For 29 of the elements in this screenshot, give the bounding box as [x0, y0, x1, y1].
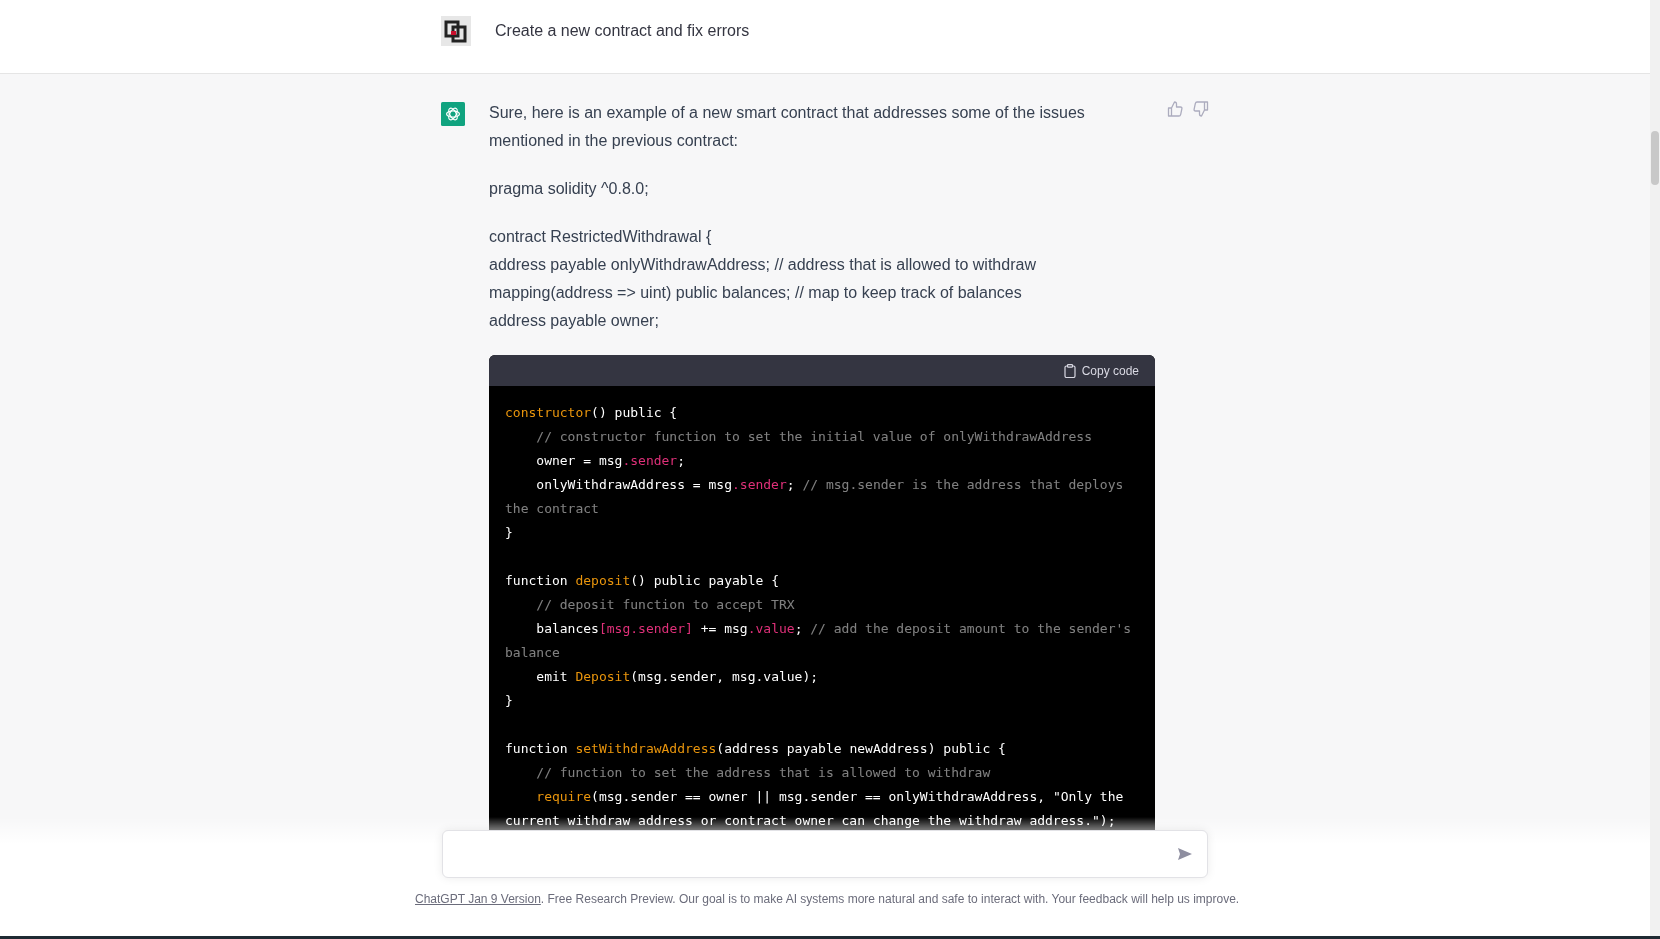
- code-line: }: [505, 692, 514, 710]
- message-text: address payable onlyWithdrawAddress; // address that is allowed to withdraw: [489, 255, 1037, 275]
- code-line: // constructor function to set the initial value of onlyWithdrawAddress: [535, 428, 1093, 446]
- message-text: pragma solidity ^0.8.0;: [489, 179, 650, 199]
- copy-code-button[interactable]: Copy code: [1063, 363, 1139, 378]
- code-line: owner = msg.sender;: [535, 452, 687, 470]
- message-text: address payable owner;: [489, 311, 660, 331]
- code-line: onlyWithdrawAddress = msg.sender; // msg.sender is the address that deploys the contract: [505, 476, 1125, 518]
- thumbs-up-icon: [1167, 101, 1183, 117]
- code-line: function setWithdrawAddress(address payable newAddress) public {: [505, 740, 1007, 758]
- version-link[interactable]: ChatGPT Jan 9 Version: [415, 892, 541, 906]
- message-input[interactable]: [442, 830, 1208, 878]
- send-icon: [1177, 847, 1193, 861]
- message-text: Sure, here is an example of a new smart contract that addresses some of the issues mentioned in the previous contract:: [489, 103, 1086, 151]
- code-line: function deposit() public payable {: [505, 572, 780, 590]
- code-line: // function to set the address that is allowed to withdraw: [535, 764, 992, 782]
- clipboard-icon: [1063, 363, 1076, 378]
- send-button[interactable]: [1177, 847, 1193, 861]
- code-line: }: [505, 524, 514, 542]
- code-line: constructor() public {: [505, 404, 679, 422]
- code-line: require(msg.sender == owner || msg.sender == onlyWithdrawAddress, "Only the current withdraw address or contract owner can change the withdraw address.");: [505, 788, 1125, 830]
- message-text: mapping(address => uint) public balances; // map to keep track of balances: [489, 283, 1023, 303]
- logo-icon: [441, 99, 465, 129]
- code-line: emit Deposit(msg.sender, msg.value);: [535, 668, 820, 686]
- code-line: // deposit function to accept TRX: [535, 596, 796, 614]
- message-text: contract RestrictedWithdrawal {: [489, 227, 713, 247]
- user-avatar: [441, 16, 471, 46]
- thumbs-down-icon: [1193, 101, 1209, 117]
- user-message: Create a new contract and fix errors: [495, 22, 750, 40]
